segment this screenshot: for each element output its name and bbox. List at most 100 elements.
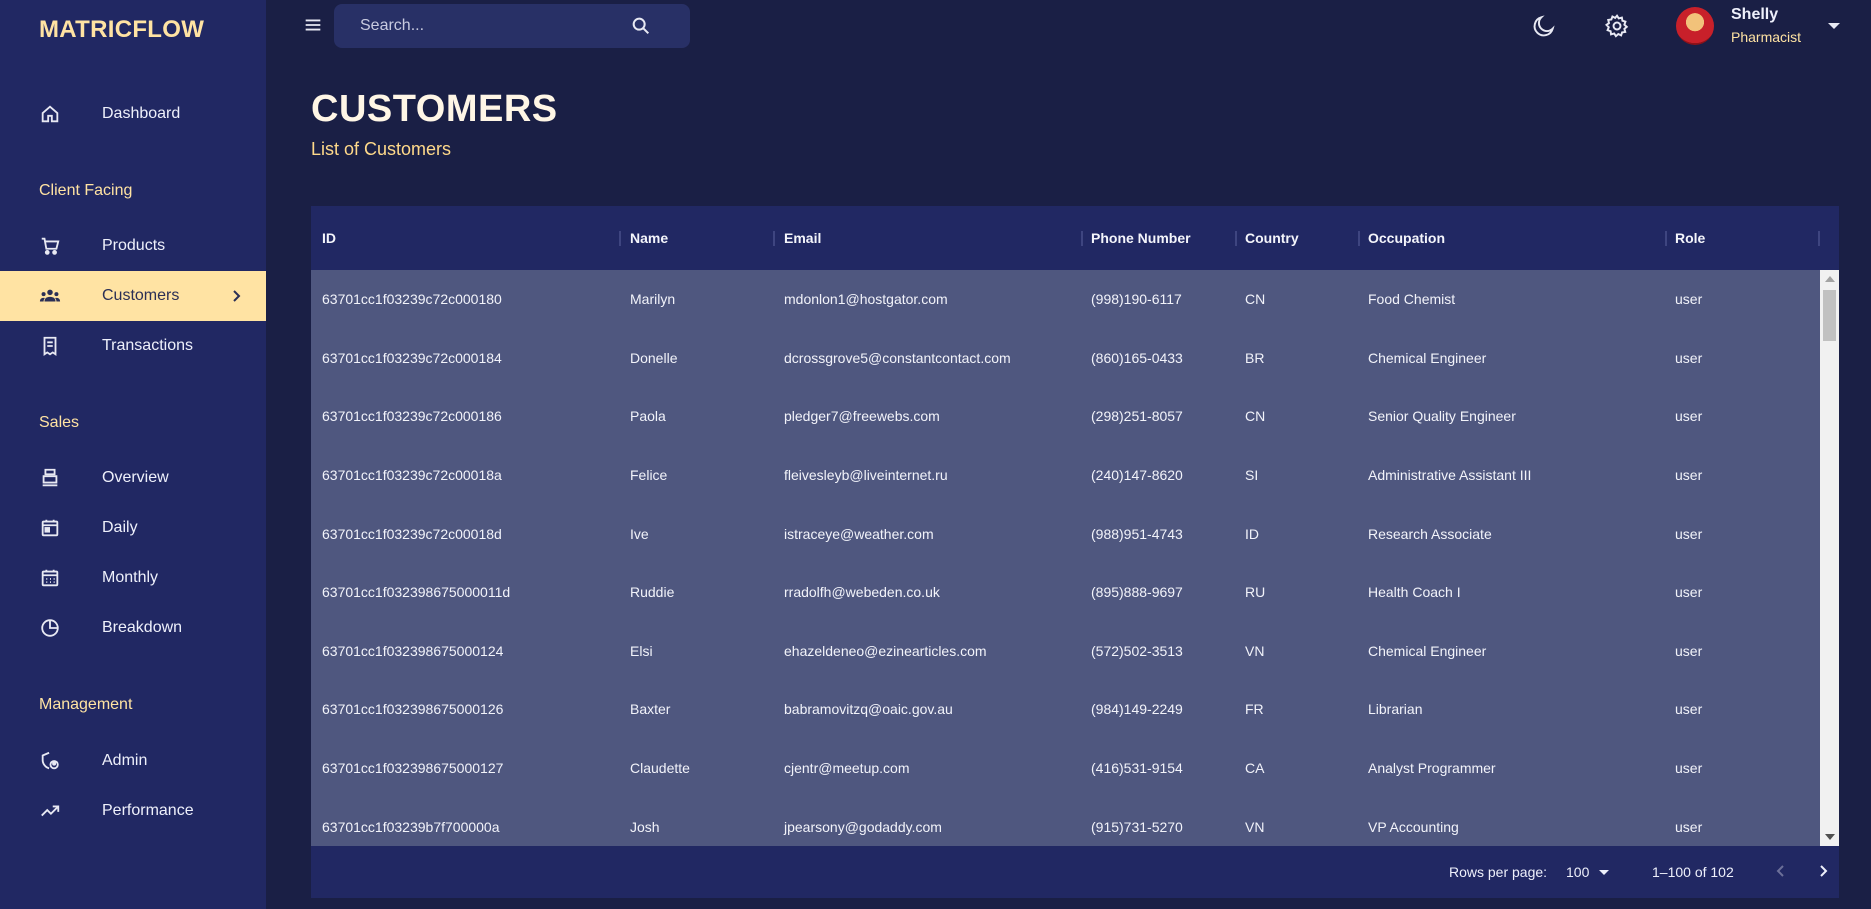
search-input[interactable]: [360, 4, 630, 48]
sidebar-item-breakdown[interactable]: Breakdown: [0, 603, 266, 653]
table-row[interactable]: 63701cc1f03239b7f700000a Josh jpearsony@…: [311, 797, 1820, 846]
column-separator[interactable]: [1358, 231, 1360, 246]
cell-country: VN: [1245, 642, 1265, 659]
cell-occupation: Librarian: [1368, 701, 1423, 718]
table-row[interactable]: 63701cc1f032398675000126 Baxter babramov…: [311, 680, 1820, 739]
cell-id: 63701cc1f032398675000126: [322, 701, 504, 718]
receipt-icon: [39, 335, 61, 357]
search-icon[interactable]: [630, 15, 652, 37]
cell-id: 63701cc1f03239b7f700000a: [322, 818, 500, 835]
sidebar-item-label: Breakdown: [102, 619, 183, 636]
dark-mode-icon[interactable]: [1531, 13, 1557, 39]
table-row[interactable]: 63701cc1f03239c72c00018a Felice fleivesl…: [311, 446, 1820, 505]
sidebar-item-products[interactable]: Products: [0, 221, 266, 271]
sidebar-item-customers[interactable]: Customers: [0, 271, 266, 321]
table-row[interactable]: 63701cc1f03239c72c00018d Ive istraceye@w…: [311, 504, 1820, 563]
cell-name: Ive: [630, 525, 649, 542]
cell-phone: (298)251-8057: [1091, 408, 1183, 425]
sidebar: MATRICFLOW Dashboard Client Facing Produ…: [0, 0, 266, 909]
sidebar-item-label: Monthly: [102, 569, 159, 586]
customers-data-grid: ID Name Email Phone Number Country Occup…: [311, 206, 1839, 898]
cell-phone: (572)502-3513: [1091, 642, 1183, 659]
cell-role: user: [1675, 642, 1703, 659]
cell-name: Felice: [630, 467, 668, 484]
cell-phone: (895)888-9697: [1091, 584, 1183, 601]
cell-phone: (988)951-4743: [1091, 525, 1183, 542]
page-title: CUSTOMERS: [311, 88, 558, 130]
table-row[interactable]: 63701cc1f032398675000011d Ruddie rradolf…: [311, 563, 1820, 622]
column-separator[interactable]: [619, 231, 621, 246]
scroll-up-arrow-icon[interactable]: [1825, 276, 1835, 282]
point-of-sale-icon: [39, 467, 61, 489]
cell-country: SI: [1245, 467, 1259, 484]
cell-occupation: Senior Quality Engineer: [1368, 408, 1516, 425]
cell-id: 63701cc1f03239c72c000180: [322, 291, 502, 308]
cell-email: dcrossgrove5@constantcontact.com: [784, 349, 1011, 366]
scrollbar-thumb[interactable]: [1823, 290, 1836, 341]
scroll-down-arrow-icon[interactable]: [1825, 834, 1835, 840]
cell-phone: (984)149-2249: [1091, 701, 1183, 718]
page-subtitle: List of Customers: [311, 139, 452, 159]
column-header-email[interactable]: Email: [784, 206, 821, 270]
cell-email: istraceye@weather.com: [784, 525, 934, 542]
cell-name: Elsi: [630, 642, 653, 659]
avatar[interactable]: [1676, 7, 1714, 45]
sidebar-item-admin[interactable]: Admin: [0, 736, 266, 786]
table-body: 63701cc1f03239c72c000180 Marilyn mdonlon…: [311, 270, 1820, 846]
column-separator[interactable]: [773, 231, 775, 246]
sidebar-item-dashboard[interactable]: Dashboard: [0, 89, 266, 139]
cell-occupation: Chemical Engineer: [1368, 642, 1487, 659]
cell-email: cjentr@meetup.com: [784, 760, 910, 777]
rows-per-page-label: Rows per page:: [1449, 864, 1548, 880]
settings-gear-icon[interactable]: [1604, 13, 1630, 39]
column-separator[interactable]: [1081, 231, 1083, 246]
sidebar-item-overview[interactable]: Overview: [0, 453, 266, 503]
table-row[interactable]: 63701cc1f032398675000124 Elsi ehazeldene…: [311, 622, 1820, 681]
previous-page-button[interactable]: [1769, 859, 1793, 883]
arrow-drop-down-icon: [1599, 869, 1610, 875]
search-bar: [334, 4, 690, 48]
cell-name: Claudette: [630, 760, 690, 777]
column-header-phone[interactable]: Phone Number: [1091, 206, 1191, 270]
cell-occupation: Analyst Programmer: [1368, 760, 1496, 777]
table-row[interactable]: 63701cc1f032398675000127 Claudette cjent…: [311, 739, 1820, 798]
table-row[interactable]: 63701cc1f03239c72c000186 Paola pledger7@…: [311, 387, 1820, 446]
column-separator[interactable]: [1665, 231, 1667, 246]
cell-email: jpearsony@godaddy.com: [784, 818, 942, 835]
cell-occupation: Research Associate: [1368, 525, 1492, 542]
table-row[interactable]: 63701cc1f03239c72c000184 Donelle dcrossg…: [311, 329, 1820, 388]
vertical-scrollbar[interactable]: [1820, 270, 1839, 846]
table-row[interactable]: 63701cc1f03239c72c000180 Marilyn mdonlon…: [311, 270, 1820, 329]
cell-role: user: [1675, 584, 1703, 601]
cell-phone: (998)190-6117: [1091, 291, 1182, 308]
table-header: ID Name Email Phone Number Country Occup…: [311, 206, 1839, 270]
cell-id: 63701cc1f032398675000124: [322, 642, 504, 659]
next-page-button[interactable]: [1811, 859, 1835, 883]
sidebar-item-transactions[interactable]: Transactions: [0, 321, 266, 371]
column-header-occupation[interactable]: Occupation: [1368, 206, 1445, 270]
cell-email: babramovitzq@oaic.gov.au: [784, 701, 953, 718]
sidebar-item-monthly[interactable]: Monthly: [0, 553, 266, 603]
calendar-month-icon: [39, 567, 61, 589]
sidebar-item-daily[interactable]: Daily: [0, 503, 266, 553]
arrow-drop-down-icon[interactable]: [1826, 18, 1842, 34]
column-header-name[interactable]: Name: [630, 206, 668, 270]
cell-email: pledger7@freewebs.com: [784, 408, 940, 425]
column-separator[interactable]: [1235, 231, 1237, 246]
sidebar-item-label: Products: [102, 237, 166, 254]
cell-name: Josh: [630, 818, 660, 835]
rows-per-page-select[interactable]: 100: [1566, 860, 1610, 884]
sidebar-item-performance[interactable]: Performance: [0, 786, 266, 836]
sidebar-item-label: Dashboard: [102, 105, 181, 122]
column-header-id[interactable]: ID: [322, 206, 336, 270]
chevron-left-icon: [1776, 865, 1784, 877]
sidebar-item-label: Overview: [102, 469, 169, 486]
cell-country: VN: [1245, 818, 1265, 835]
brand-logo: MATRICFLOW: [39, 16, 205, 43]
cell-country: RU: [1245, 584, 1266, 601]
column-separator[interactable]: [1818, 231, 1820, 246]
column-header-role[interactable]: Role: [1675, 206, 1705, 270]
column-header-country[interactable]: Country: [1245, 206, 1299, 270]
menu-icon[interactable]: [302, 14, 324, 36]
groups-icon: [39, 285, 61, 307]
